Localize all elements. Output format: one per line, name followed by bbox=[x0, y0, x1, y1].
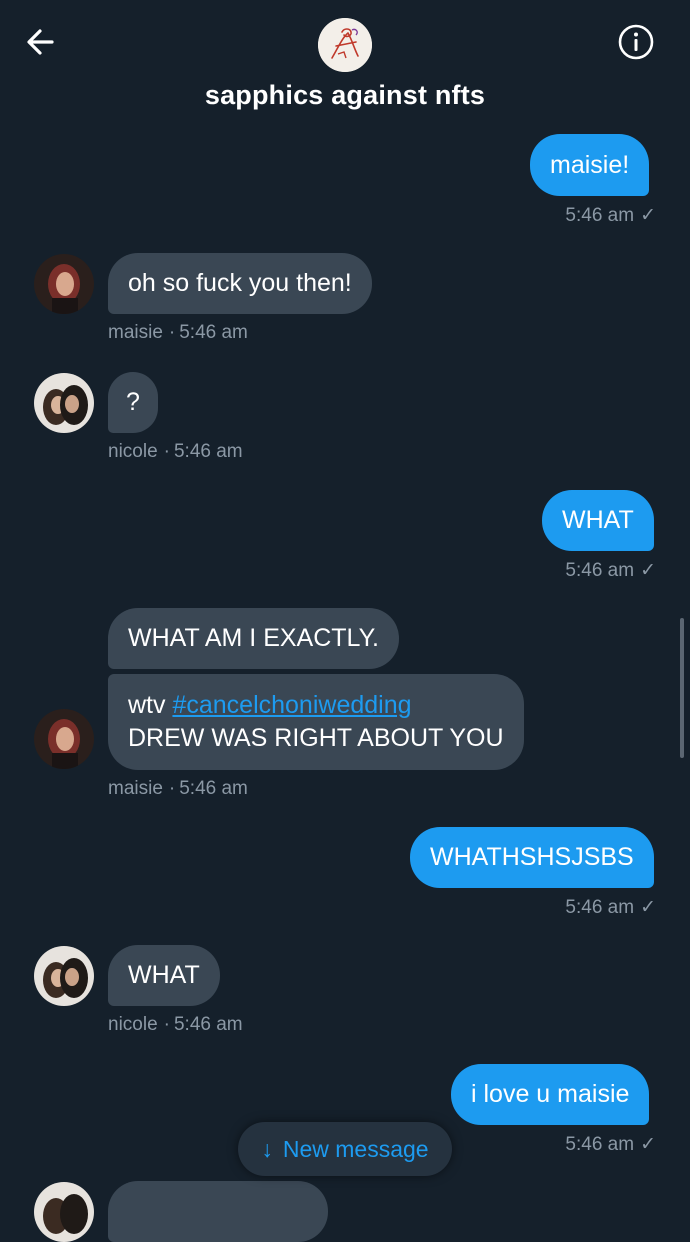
message-bubble-incoming[interactable]: ? bbox=[108, 372, 158, 433]
message-time: 5:46 am bbox=[565, 897, 635, 918]
message-text-line: DREW WAS RIGHT ABOUT YOU bbox=[128, 724, 504, 752]
message-text: WHAT bbox=[128, 961, 200, 989]
avatar-image bbox=[34, 373, 94, 433]
message-meta: maisie · 5:46 am bbox=[108, 322, 248, 343]
avatar-nicole[interactable] bbox=[34, 946, 94, 1006]
message-text: oh so fuck you then! bbox=[128, 269, 352, 297]
message-time: 5:46 am bbox=[565, 1134, 635, 1155]
message-time: 5:46 am bbox=[179, 778, 248, 799]
message-text-line: wtv #cancelchoniwedding bbox=[128, 691, 412, 719]
group-avatar[interactable] bbox=[318, 18, 372, 72]
back-button[interactable] bbox=[22, 22, 62, 62]
message-meta: nicole · 5:46 am bbox=[108, 441, 243, 462]
avatar-maisie[interactable] bbox=[34, 709, 94, 769]
conversation-header: sapphics against nfts bbox=[0, 0, 690, 120]
avatar-maisie[interactable] bbox=[34, 254, 94, 314]
group-avatar-image bbox=[318, 18, 372, 72]
message-text: i love u maisie bbox=[471, 1080, 630, 1108]
scrollbar[interactable] bbox=[680, 618, 684, 758]
sender-name: maisie bbox=[108, 778, 163, 799]
sent-check-icon: ✓ bbox=[640, 1134, 656, 1155]
message-bubble-incoming[interactable]: wtv #cancelchoniwedding DREW WAS RIGHT A… bbox=[108, 674, 524, 770]
message-time: 5:46 am bbox=[565, 205, 635, 226]
avatar-image bbox=[34, 254, 94, 314]
message-meta: 5:46 am ✓ bbox=[565, 1133, 656, 1156]
hashtag-link[interactable]: #cancelchoniwedding bbox=[172, 691, 411, 719]
arrow-left-icon bbox=[27, 29, 54, 55]
message-bubble-incoming[interactable]: WHAT bbox=[108, 945, 220, 1006]
message-meta: 5:46 am ✓ bbox=[565, 896, 656, 919]
message-time: 5:46 am bbox=[173, 441, 243, 462]
avatar-image bbox=[34, 709, 94, 769]
info-icon bbox=[618, 24, 654, 60]
avatar-nicole[interactable] bbox=[34, 1182, 94, 1242]
message-text: maisie! bbox=[550, 150, 630, 179]
message-bubble-outgoing[interactable]: WHAT bbox=[542, 490, 654, 551]
message-bubble-incoming[interactable]: oh so fuck you then! bbox=[108, 253, 372, 314]
sent-check-icon: ✓ bbox=[640, 897, 656, 918]
sent-check-icon: ✓ bbox=[640, 560, 656, 581]
info-button[interactable] bbox=[616, 22, 656, 62]
message-meta: nicole · 5:46 am bbox=[108, 1014, 243, 1035]
message-meta: 5:46 am ✓ bbox=[565, 559, 656, 582]
message-time: 5:46 am bbox=[179, 322, 248, 343]
message-time: 5:46 am bbox=[173, 1014, 243, 1035]
new-message-label: New message bbox=[282, 1135, 429, 1162]
message-bubble-outgoing[interactable]: i love u maisie bbox=[451, 1064, 650, 1125]
new-message-button[interactable]: ↓ New message bbox=[238, 1122, 452, 1176]
message-bubble-incoming[interactable]: WHAT AM I EXACTLY. bbox=[108, 608, 399, 669]
arrow-down-icon: ↓ bbox=[261, 1135, 273, 1162]
message-text: WHATHSHSJSBS bbox=[430, 843, 634, 871]
message-meta: 5:46 am ✓ bbox=[565, 204, 656, 227]
message-bubble-incoming[interactable] bbox=[108, 1181, 328, 1242]
message-text: WHAT AM I EXACTLY. bbox=[128, 624, 379, 652]
message-text: WHAT bbox=[562, 506, 634, 534]
sender-name: maisie bbox=[108, 322, 163, 343]
message-meta: maisie · 5:46 am bbox=[108, 778, 248, 799]
message-text: ? bbox=[126, 388, 140, 416]
conversation-title: sapphics against nfts bbox=[204, 80, 486, 110]
sender-name: nicole bbox=[108, 1014, 158, 1035]
avatar-image bbox=[34, 1182, 94, 1242]
avatar-nicole[interactable] bbox=[34, 373, 94, 433]
message-bubble-outgoing[interactable]: WHATHSHSJSBS bbox=[410, 827, 654, 888]
message-time: 5:46 am bbox=[565, 560, 635, 581]
sent-check-icon: ✓ bbox=[640, 205, 656, 226]
avatar-image bbox=[34, 946, 94, 1006]
message-bubble-outgoing[interactable]: maisie! bbox=[530, 134, 650, 196]
sender-name: nicole bbox=[108, 441, 158, 462]
